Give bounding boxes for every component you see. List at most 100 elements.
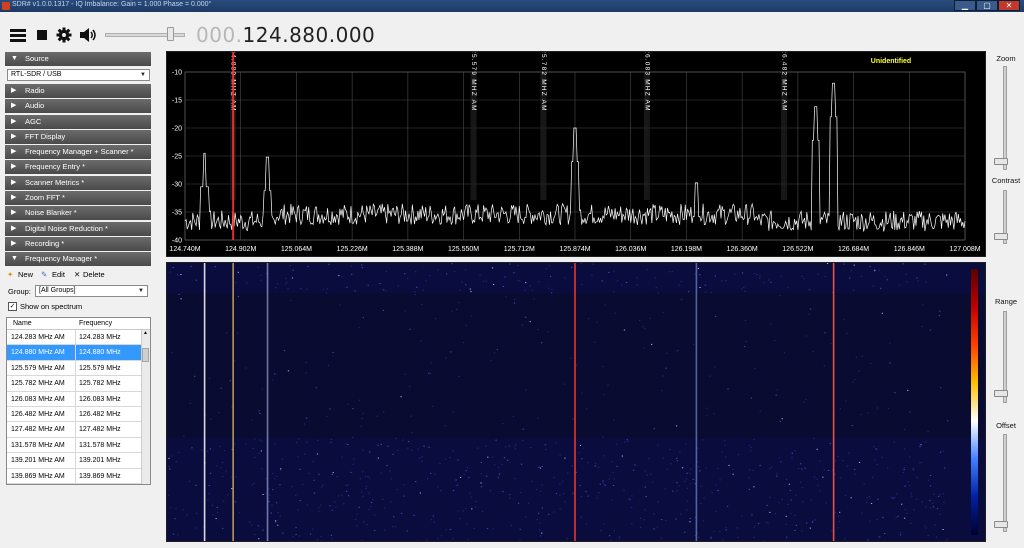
noise-speck	[851, 425, 853, 427]
noise-speck	[656, 526, 659, 528]
table-row[interactable]: 125.579 MHz AM 125.579 MHz	[7, 360, 150, 377]
noise-speck	[525, 316, 527, 318]
table-row[interactable]: 124.283 MHz AM 124.283 MHz	[7, 330, 150, 346]
volume-slider-thumb[interactable]	[167, 27, 174, 41]
delete-icon[interactable]: ✕	[74, 268, 80, 282]
noise-speck	[285, 277, 287, 279]
section-scanner-metrics[interactable]: ▶ Scanner Metrics *	[5, 175, 151, 190]
table-row[interactable]: 124.880 MHz AM 124.880 MHz	[7, 345, 150, 361]
noise-speck	[704, 284, 706, 286]
new-button[interactable]: New	[18, 268, 33, 282]
noise-speck	[219, 445, 221, 447]
noise-speck	[299, 500, 301, 502]
group-select[interactable]: [All Groups] ▼	[35, 285, 148, 298]
noise-speck	[279, 484, 281, 486]
noise-speck	[409, 328, 411, 330]
gear-icon[interactable]	[56, 27, 72, 43]
noise-speck	[809, 527, 811, 529]
section-recording[interactable]: ▶ Recording *	[5, 236, 151, 251]
offset-slider-track[interactable]	[1003, 434, 1007, 532]
noise-speck	[338, 275, 340, 277]
noise-speck	[414, 291, 416, 293]
stop-icon[interactable]	[37, 30, 47, 40]
waterfall-plot[interactable]	[167, 263, 985, 541]
maximize-button[interactable]: ▢	[976, 0, 998, 11]
noise-speck	[403, 484, 405, 486]
zoom-slider-thumb[interactable]	[994, 158, 1008, 165]
noise-speck	[169, 271, 171, 273]
noise-speck	[692, 478, 694, 480]
noise-speck	[359, 399, 361, 401]
noise-speck	[942, 450, 944, 452]
close-button[interactable]: ✕	[998, 0, 1020, 11]
noise-speck	[854, 473, 856, 475]
edit-button[interactable]: Edit	[52, 268, 65, 282]
marker-label[interactable]: 126.083 MHZ AM	[643, 52, 650, 112]
noise-speck	[824, 332, 826, 334]
speaker-icon[interactable]	[79, 27, 97, 43]
table-row[interactable]: 126.482 MHz AM 126.482 MHz	[7, 406, 150, 423]
waterfall-display[interactable]	[166, 262, 986, 542]
section-frequency-manager-scanner[interactable]: ▶ Frequency Manager + Scanner *	[5, 145, 151, 160]
noise-speck	[453, 271, 456, 273]
table-row[interactable]: 125.782 MHz AM 125.782 MHz	[7, 376, 150, 392]
table-row[interactable]: 139.869 MHz AM 139.869 MHz	[7, 468, 150, 484]
section-digital-noise-reduction[interactable]: ▶ Digital Noise Reduction *	[5, 221, 151, 236]
noise-speck	[786, 536, 788, 538]
range-slider-thumb[interactable]	[994, 390, 1008, 397]
table-row[interactable]: 127.482 MHz AM 127.482 MHz	[7, 422, 150, 438]
edit-icon[interactable]: ✎	[41, 268, 47, 282]
minimize-button[interactable]: ▁	[954, 0, 976, 11]
tuned-frequency-line[interactable]	[232, 52, 235, 240]
marker-label[interactable]: 125.579 MHZ AM	[470, 52, 477, 112]
spectrum-display[interactable]: -10 -15 -20 -25 -30 -35 -40 124.740M 124.902M 125…	[166, 51, 986, 257]
noise-speck	[726, 505, 729, 507]
table-row[interactable]: 126.083 MHz AM 126.083 MHz	[7, 391, 150, 407]
section-radio[interactable]: ▶ Radio	[5, 84, 151, 98]
noise-speck	[410, 415, 412, 417]
offset-slider-thumb[interactable]	[994, 521, 1008, 528]
frequency-leading-digits[interactable]: 000.	[196, 23, 243, 47]
noise-speck	[347, 444, 349, 445]
contrast-slider-thumb[interactable]	[994, 233, 1008, 240]
scroll-up-icon[interactable]: ▲	[141, 330, 150, 339]
spectrum-plot[interactable]: -10 -15 -20 -25 -30 -35 -40124.740M 124.902M 125…	[167, 52, 985, 256]
frequency-manager-toolbar: ✦ New ✎ Edit ✕ Delete	[5, 268, 151, 282]
new-icon[interactable]: ✦	[7, 268, 13, 282]
frequency-digits[interactable]: 124.880.000	[243, 23, 376, 47]
section-source[interactable]: ▼ Source	[5, 52, 151, 66]
noise-speck	[744, 290, 746, 292]
section-audio[interactable]: ▶ Audio	[5, 99, 151, 114]
noise-speck	[421, 460, 423, 462]
marker-label[interactable]: 125.782 MHZ AM	[540, 52, 547, 112]
noise-speck	[370, 501, 373, 503]
noise-speck	[470, 496, 472, 498]
noise-speck	[889, 342, 891, 344]
section-noise-blanker[interactable]: ▶ Noise Blanker *	[5, 206, 151, 221]
delete-button[interactable]: Delete	[83, 268, 105, 282]
table-row[interactable]: 131.578 MHz AM 131.578 MHz	[7, 437, 150, 454]
noise-speck	[533, 298, 535, 300]
section-frequency-entry[interactable]: ▶ Frequency Entry *	[5, 160, 151, 175]
zoom-slider-track[interactable]	[1003, 66, 1007, 170]
menu-icon[interactable]	[10, 29, 26, 42]
noise-speck	[902, 472, 904, 473]
table-scroll-thumb[interactable]	[142, 348, 149, 362]
column-name[interactable]: Name	[13, 320, 32, 327]
column-frequency[interactable]: Frequency	[79, 320, 112, 327]
noise-speck	[813, 476, 816, 478]
frequency-display[interactable]: 000.124.880.000	[196, 23, 375, 47]
section-fft-display[interactable]: ▶ FFT Display	[5, 129, 151, 144]
noise-speck	[541, 532, 543, 534]
marker-label[interactable]: 126.482 MHZ AM	[781, 52, 788, 112]
source-select[interactable]: RTL-SDR / USB ▼	[7, 69, 150, 81]
noise-speck	[216, 507, 218, 508]
noise-speck	[346, 286, 348, 288]
section-agc[interactable]: ▶ AGC	[5, 114, 151, 129]
table-row[interactable]: 139.201 MHz AM 139.201 MHz	[7, 453, 150, 469]
section-zoom-fft[interactable]: ▶ Zoom FFT *	[5, 191, 151, 206]
noise-speck	[352, 436, 354, 438]
section-frequency-manager[interactable]: ▼ Frequency Manager *	[5, 252, 151, 267]
show-on-spectrum-checkbox[interactable]: ✓	[8, 302, 17, 312]
noise-speck	[947, 420, 949, 422]
